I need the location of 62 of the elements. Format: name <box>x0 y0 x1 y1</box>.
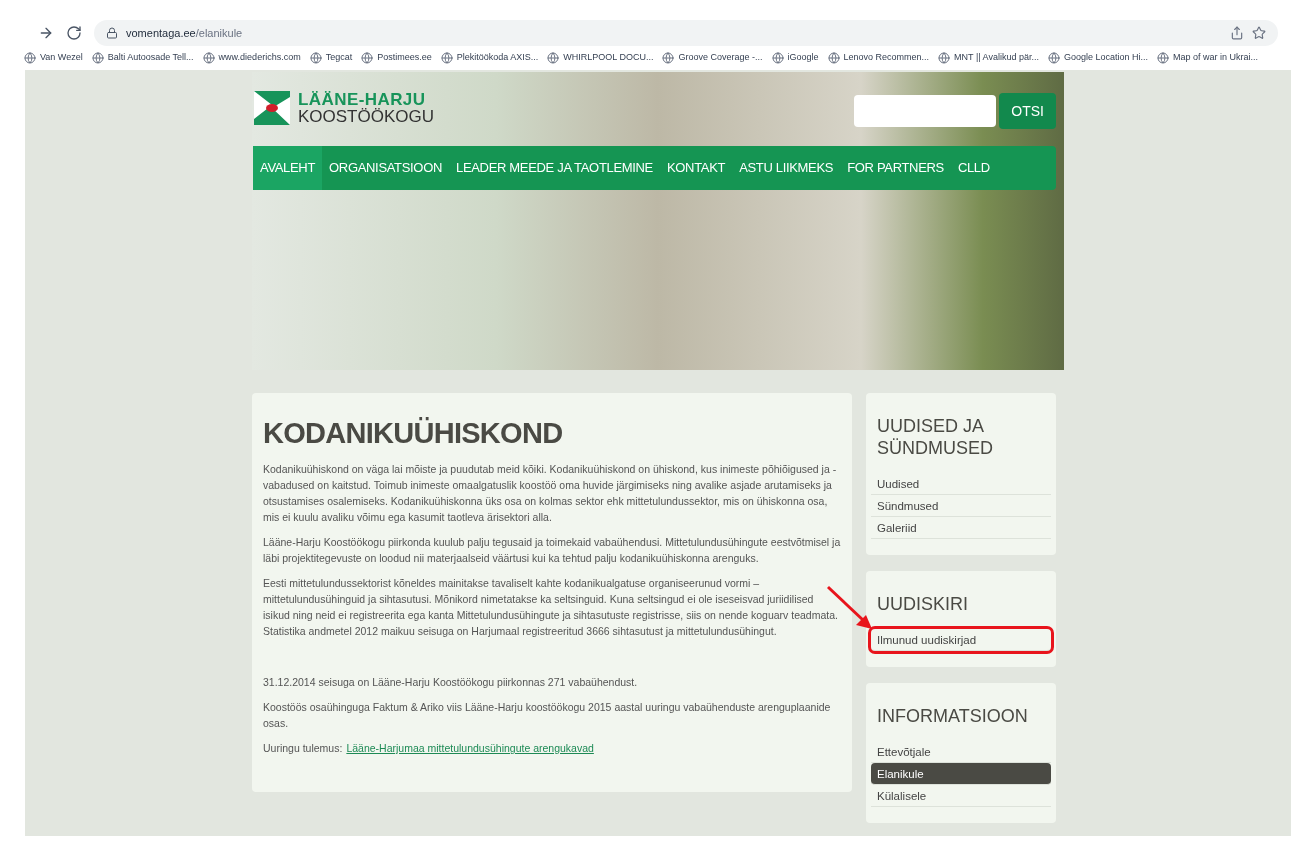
sidebar-title: UUDISED JA SÜNDMUSED <box>876 415 994 459</box>
favicon-icon <box>202 52 215 64</box>
nav-link[interactable]: FOR PARTNERS <box>840 146 951 190</box>
bookmark-item[interactable]: Lenovo Recommen... <box>827 51 930 65</box>
favicon-icon <box>440 52 453 64</box>
result-link[interactable]: Lääne-Harjumaa mittetulundusühingute arengukavad <box>346 740 594 756</box>
bookmark-item[interactable]: www.diederichs.com <box>202 51 301 65</box>
bookmark-item[interactable]: Balti Autoosade Tell... <box>91 51 194 65</box>
share-icon[interactable] <box>1230 26 1244 40</box>
nav-link[interactable]: LEADER MEEDE JA TAOTLEMINE <box>449 146 660 190</box>
favicon-icon <box>309 52 322 64</box>
sidebar-title: INFORMATSIOON <box>876 705 1029 727</box>
bookmark-item[interactable]: MNT || Avalikud pär... <box>938 51 1039 65</box>
bookmark-item[interactable]: Map of war in Ukrai... <box>1157 51 1259 65</box>
search-field[interactable] <box>854 95 997 127</box>
search-button[interactable]: OTSI <box>999 93 1056 129</box>
logo-icon <box>254 91 290 125</box>
url-text: vomentaga.ee/elanikule <box>126 25 243 41</box>
sidebar-link[interactable]: Sündmused <box>871 495 1051 517</box>
sidebar-link[interactable]: Elanikule <box>871 763 1051 785</box>
lock-icon <box>106 27 118 39</box>
nav-link[interactable]: KONTAKT <box>659 146 733 190</box>
bookmark-item[interactable]: Tegcat <box>309 51 353 65</box>
bookmark-item[interactable]: Groove Coverage -... <box>662 51 763 65</box>
sidebar-title: UUDISKIRI <box>876 593 969 615</box>
article-paragraph: 31.12.2014 seisuga on Lääne-Harju Koostöökogu piirkonnas 271 vabaühendust. <box>263 675 639 690</box>
bookmark-item[interactable]: Postimees.ee <box>361 51 432 65</box>
article-title: KODANIKUÜHISKOND <box>263 416 563 451</box>
article-paragraph: Kodanikuühiskond on väga lai mõiste ja puudutab meid kõiki. Kodanikuühiskond on ühiskond, kus inimeste põhiõigused ja -vabadused on kaitstud. Toimub inimeste omaalgatuslik koostöö oma huvide järgimiseks ning avalike asjade arutamiseks ja otsustamises osalemiseks. Kodanikuühiskonna üks osa on kolmas sektor ehk mittetulundussektor, mis on ühiskonna osa, mis ei kuulu avaliku võimu ega kasumit taotleva ärisektori alla. <box>263 462 838 525</box>
article-paragraph: Eesti mittetulundussektorist kõneldes mainitakse tavaliselt kahte kodanikualgatuse organiseerunud vormi – mittetulundusühinguid ja sihtasutusi. Mõnikord nimetatakse ka seltsinguid. Kuna seltsingud ei ole iseseisvad juriidilised isikud ning neid ei registreerita ega kanta Mittetulundusühingute ja sihtasutuste registrisse, siis on nende koguarv teadmata. Statistika andmetel 2012 maikuu seisuga on Harjumaal registreeritud 3666 sihtasutust ja mittetulundusühingut. <box>263 576 839 639</box>
bookmark-star-icon[interactable] <box>1252 26 1266 40</box>
nav-link[interactable]: CLLD <box>950 146 997 190</box>
favicon-icon <box>1047 52 1060 64</box>
bookmark-item[interactable]: Van Wezel <box>24 51 83 65</box>
favicon-icon <box>1157 52 1170 64</box>
result-label: Uuringu tulemus: <box>263 741 343 756</box>
favicon-icon <box>547 52 560 64</box>
favicon-icon <box>24 52 36 64</box>
bookmark-item[interactable]: WHIRLPOOL DOCU... <box>547 51 654 65</box>
sidebar-link[interactable]: Ilmunud uudiskirjad <box>871 629 1051 651</box>
favicon-icon <box>91 52 104 64</box>
article-paragraph: Lääne-Harju Koostöökogu piirkonda kuulub palju tegusaid ja toimekaid vabaühendusi. Mittetulundusühingute eestvõtmisel ja läbi projektitegevuste on loodud nii materjaalseid väärtusi kui ka tehtud palju kodanikuühiskonna arenguks. <box>263 535 841 566</box>
bookmark-item[interactable]: iGoogle <box>771 51 819 65</box>
nav-link[interactable]: ORGANISATSIOON <box>322 146 449 190</box>
bookmark-item[interactable]: Plekitöökoda AXIS... <box>440 51 539 65</box>
article-paragraph: Koostöös osaühinguga Faktum & Ariko viis Lääne-Harju koostöökogu 2015 aastal uuringu vabaühenduste arenguplaanide osas. <box>263 700 832 731</box>
sidebar-link[interactable]: Külalisele <box>871 785 1051 807</box>
favicon-icon <box>827 52 840 64</box>
reload-icon[interactable] <box>66 25 82 41</box>
logo-subtitle: KOOSTÖÖKOGU <box>298 108 435 125</box>
logo-title: LÄÄNE-HARJU <box>298 91 426 108</box>
sidebar-link[interactable]: Uudised <box>871 473 1051 495</box>
favicon-icon <box>771 52 784 64</box>
sidebar-link[interactable]: Galeriid <box>871 517 1051 539</box>
favicon-icon <box>361 52 374 64</box>
forward-icon[interactable] <box>38 25 54 41</box>
address-bar[interactable]: vomentaga.ee/elanikule <box>94 20 1278 46</box>
bookmark-item[interactable]: Google Location Hi... <box>1047 51 1149 65</box>
favicon-icon <box>662 52 675 64</box>
nav-link[interactable]: ASTU LIIKMEKS <box>732 146 841 190</box>
logo[interactable]: LÄÄNE-HARJU KOOSTÖÖKOGU <box>253 91 435 125</box>
favicon-icon <box>938 52 951 64</box>
